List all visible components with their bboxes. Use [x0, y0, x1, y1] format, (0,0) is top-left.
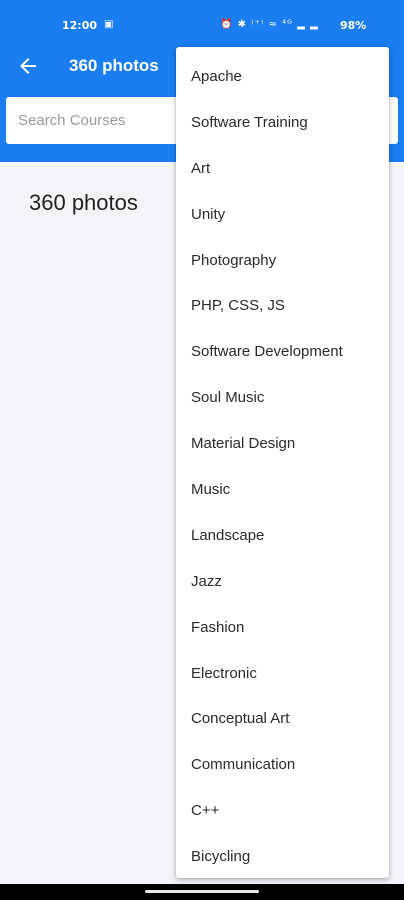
menu-item[interactable]: Software Development [176, 330, 389, 376]
menu-item[interactable]: Soul Music [176, 376, 389, 422]
battery-level: 98% [340, 19, 367, 32]
home-indicator[interactable] [145, 890, 259, 893]
menu-item[interactable]: Unity [176, 193, 389, 239]
notification-icon: ▣ [104, 19, 114, 30]
menu-item[interactable]: Art [176, 147, 389, 193]
status-time: 12:00 [62, 19, 98, 32]
menu-item[interactable]: Apache [176, 55, 389, 101]
menu-item[interactable]: Bicycling [176, 835, 389, 881]
page-heading: 360 photos [29, 190, 138, 215]
menu-item[interactable]: Jazz [176, 560, 389, 606]
menu-item[interactable]: Electronic [176, 652, 389, 698]
app-bar-title: 360 photos [69, 56, 159, 75]
menu-item[interactable]: C++ [176, 789, 389, 835]
menu-item[interactable]: Fashion [176, 606, 389, 652]
menu-item[interactable]: Software Training [176, 101, 389, 147]
system-nav-bar [0, 884, 404, 900]
menu-item[interactable]: Conceptual Art [176, 697, 389, 743]
menu-item[interactable]: Material Design [176, 422, 389, 468]
back-arrow-icon[interactable] [16, 54, 40, 78]
menu-item[interactable]: PHP, CSS, JS [176, 284, 389, 330]
menu-item[interactable]: Music [176, 468, 389, 514]
menu-item[interactable]: Communication [176, 743, 389, 789]
menu-item[interactable]: Photography [176, 239, 389, 285]
menu-item[interactable]: Landscape [176, 514, 389, 560]
category-dropdown-menu: Apache Software Training Art Unity Photograp… [176, 47, 389, 878]
status-bar: 12:00 ▣ ⏰ ✱ ⁽⁺⁾ ≈ ⁴ᴳ ▂ ▂ 98% [0, 0, 404, 38]
system-status-icons: ⏰ ✱ ⁽⁺⁾ ≈ ⁴ᴳ ▂ ▂ [220, 19, 319, 30]
